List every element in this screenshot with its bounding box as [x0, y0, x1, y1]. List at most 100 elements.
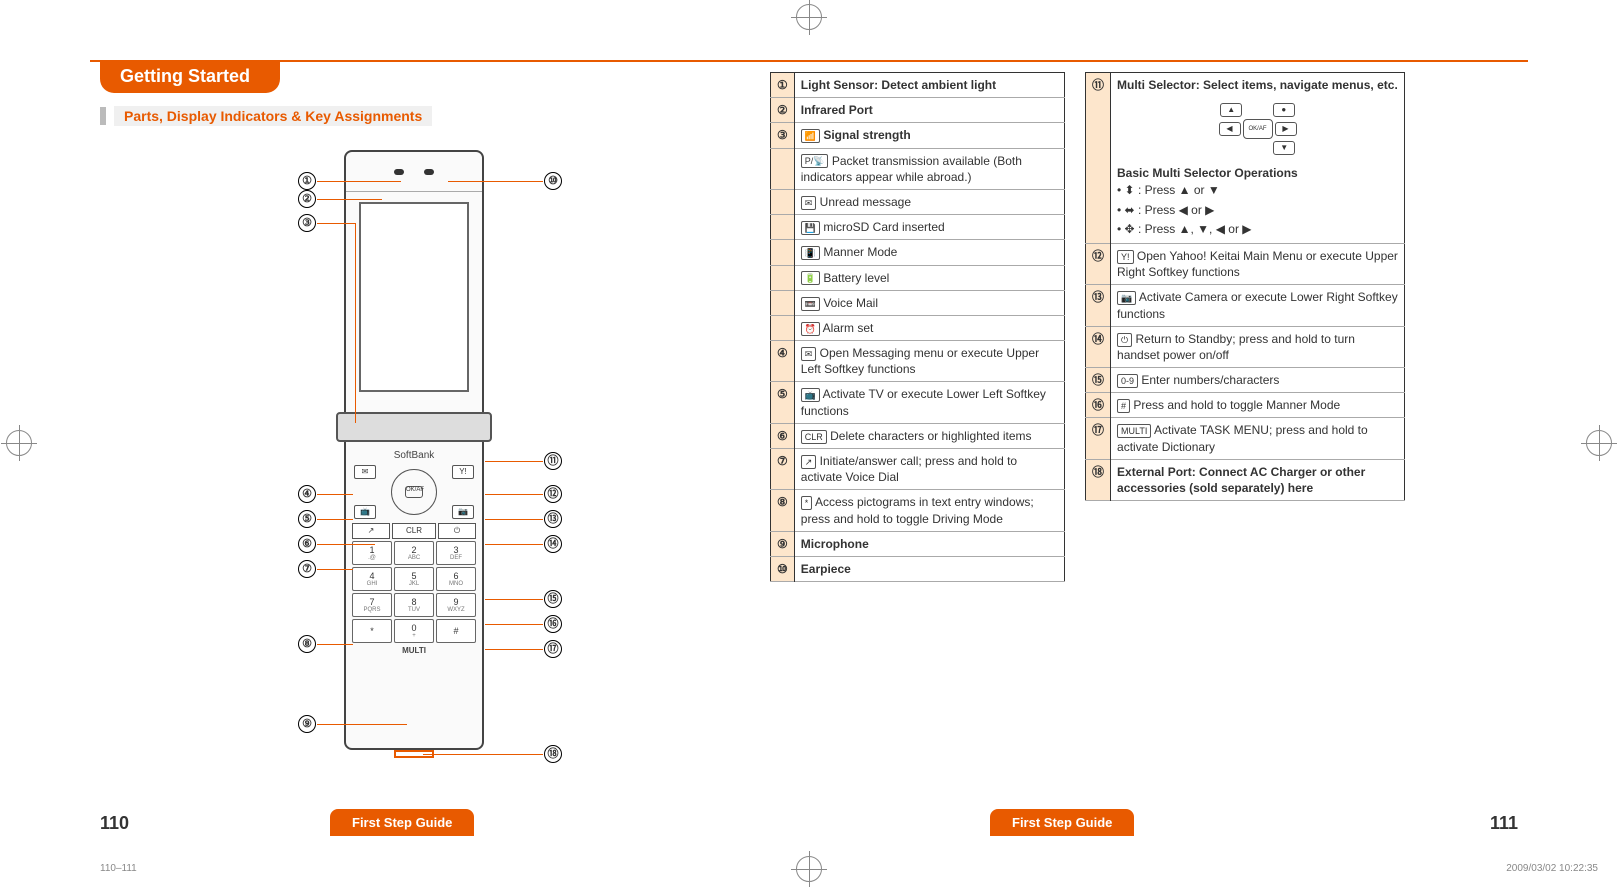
table-row: ⑱External Port: Connect AC Charger or ot…: [1086, 459, 1405, 500]
callout-14: ⑭: [544, 535, 562, 553]
indicator-icon: 📳: [801, 246, 820, 260]
callout-line: [485, 461, 543, 462]
numpad-key: 8TUV: [394, 593, 434, 617]
table-row: ⑨Microphone: [771, 531, 1065, 556]
indicator-icon: CLR: [801, 430, 827, 444]
callout-13: ⑬: [544, 510, 562, 528]
callout-line: [423, 754, 543, 755]
multi-selector-diagram: ▲ ● ◀OK/AF▶ ▼: [1117, 93, 1398, 165]
meta-timestamp: 2009/03/02 10:22:35: [1506, 863, 1598, 874]
camera-softkey: 📷: [452, 505, 474, 519]
callout-line: [317, 569, 353, 570]
table-row: ⑥CLR Delete characters or highlighted it…: [771, 423, 1065, 448]
up-key-icon: ▲: [1220, 103, 1242, 117]
callout-7: ⑦: [298, 560, 316, 578]
key-icon: 📷: [1117, 291, 1136, 305]
numpad-key: 6MNO: [436, 567, 476, 591]
table-row: 💾 microSD Card inserted: [771, 215, 1065, 240]
key-icon: Y!: [1117, 250, 1134, 264]
footer-label: First Step Guide: [1012, 815, 1112, 830]
indicator-icon: *: [801, 496, 813, 510]
callout-6: ⑥: [298, 535, 316, 553]
meta-page-range: 110–111: [100, 863, 137, 874]
callout-line: [317, 519, 353, 520]
table-row: ⑩Earpiece: [771, 556, 1065, 581]
definitions-table-1: ①Light Sensor: Detect ambient light②Infr…: [770, 72, 1065, 582]
callout-line: [485, 544, 543, 545]
callout-11: ⑪: [544, 452, 562, 470]
indicator-icon: ↗: [801, 455, 817, 469]
table-row: P/📡 Packet transmission available (Both …: [771, 148, 1065, 189]
indicator-icon: P/📡: [801, 154, 829, 168]
indicator-icon: 📼: [801, 297, 820, 311]
heading-bar-icon: [100, 107, 106, 125]
indicator-icon: 📺: [801, 388, 820, 402]
numeric-keypad: 1.@2ABC3DEF4GHI5JKL6MNO7PQRS8TUV9WXYZ*0+…: [352, 541, 476, 643]
callout-1: ①: [298, 172, 316, 190]
selector-center-icon: OK/AF: [1243, 119, 1273, 139]
callout-line: [317, 181, 401, 182]
table-row: 📼 Voice Mail: [771, 290, 1065, 315]
table-row: ⑪ Multi Selector: Select items, navigate…: [1086, 73, 1405, 244]
table-row: ⑤📺 Activate TV or execute Lower Left Sof…: [771, 382, 1065, 423]
right-key-icon: ▶: [1275, 122, 1297, 136]
table-row: ⑬📷 Activate Camera or execute Lower Righ…: [1086, 285, 1405, 326]
phone-diagram: SoftBank OK/AF ✉ Y! 📺 📷 ↗ CLR ⏻ 1.@2ABC3…: [300, 150, 560, 770]
indicator-icon: ✉: [801, 347, 817, 361]
callout-4: ④: [298, 485, 316, 503]
key-icon: MULTI: [1117, 424, 1151, 438]
callout-18: ⑱: [544, 745, 562, 763]
numpad-key: 0+: [394, 619, 434, 643]
callout-line: [485, 519, 543, 520]
callout-9: ⑨: [298, 715, 316, 733]
registration-mark: [796, 4, 822, 30]
brand-label: SoftBank: [352, 450, 476, 461]
tv-softkey: 📺: [354, 505, 376, 519]
callout-12: ⑫: [544, 485, 562, 503]
callout-line: [485, 599, 543, 600]
numpad-key: 5JKL: [394, 567, 434, 591]
callout-line: [485, 494, 543, 495]
clr-key: CLR: [392, 523, 436, 539]
numpad-key: *: [352, 619, 392, 643]
callout-2: ②: [298, 190, 316, 208]
numpad-key: 4GHI: [352, 567, 392, 591]
callout-line: [317, 724, 407, 725]
indicator-icon: ⏰: [801, 322, 820, 336]
callout-5: ⑤: [298, 510, 316, 528]
phone-screen: [359, 202, 469, 392]
indicator-icon: 📶: [801, 129, 820, 143]
table-row: ⑧* Access pictograms in text entry windo…: [771, 490, 1065, 531]
indicator-icon: ✉: [801, 196, 817, 210]
callout-15: ⑮: [544, 590, 562, 608]
callout-line: [317, 494, 353, 495]
section-title-text: Parts, Display Indicators & Key Assignme…: [114, 106, 432, 126]
table-row: ⑭⏻ Return to Standby; press and hold to …: [1086, 326, 1405, 367]
key-icon: 0-9: [1117, 374, 1138, 388]
yahoo-softkey: Y!: [452, 465, 474, 479]
callout-line: [317, 223, 355, 224]
registration-mark: [6, 430, 32, 456]
registration-mark: [796, 856, 822, 882]
end-key: ⏻: [438, 523, 476, 539]
numpad-key: 9WXYZ: [436, 593, 476, 617]
indicator-icon: 💾: [801, 221, 820, 235]
phone-keypad-area: SoftBank OK/AF ✉ Y! 📺 📷 ↗ CLR ⏻ 1.@2ABC3…: [346, 444, 482, 748]
table-row: ③📶 Signal strength: [771, 123, 1065, 148]
table-row: ⑰MULTI Activate TASK MENU; press and hol…: [1086, 418, 1405, 459]
multi-selector: OK/AF: [391, 469, 437, 515]
definitions-table-2: ⑪ Multi Selector: Select items, navigate…: [1085, 72, 1405, 501]
ok-key-icon: ●: [1273, 103, 1295, 117]
callout-8: ⑧: [298, 635, 316, 653]
registration-mark: [1586, 430, 1612, 456]
chapter-tab: Getting Started: [100, 60, 280, 93]
table-row: ②Infrared Port: [771, 98, 1065, 123]
table-row: ✉ Unread message: [771, 189, 1065, 214]
page-number-right: 111: [1490, 813, 1518, 834]
callout-line: [317, 199, 382, 200]
chapter-title: Getting Started: [120, 66, 250, 86]
numpad-key: 7PQRS: [352, 593, 392, 617]
callout-line: [485, 624, 543, 625]
numpad-key: 3DEF: [436, 541, 476, 565]
footer-tab-left: First Step Guide: [330, 809, 474, 836]
